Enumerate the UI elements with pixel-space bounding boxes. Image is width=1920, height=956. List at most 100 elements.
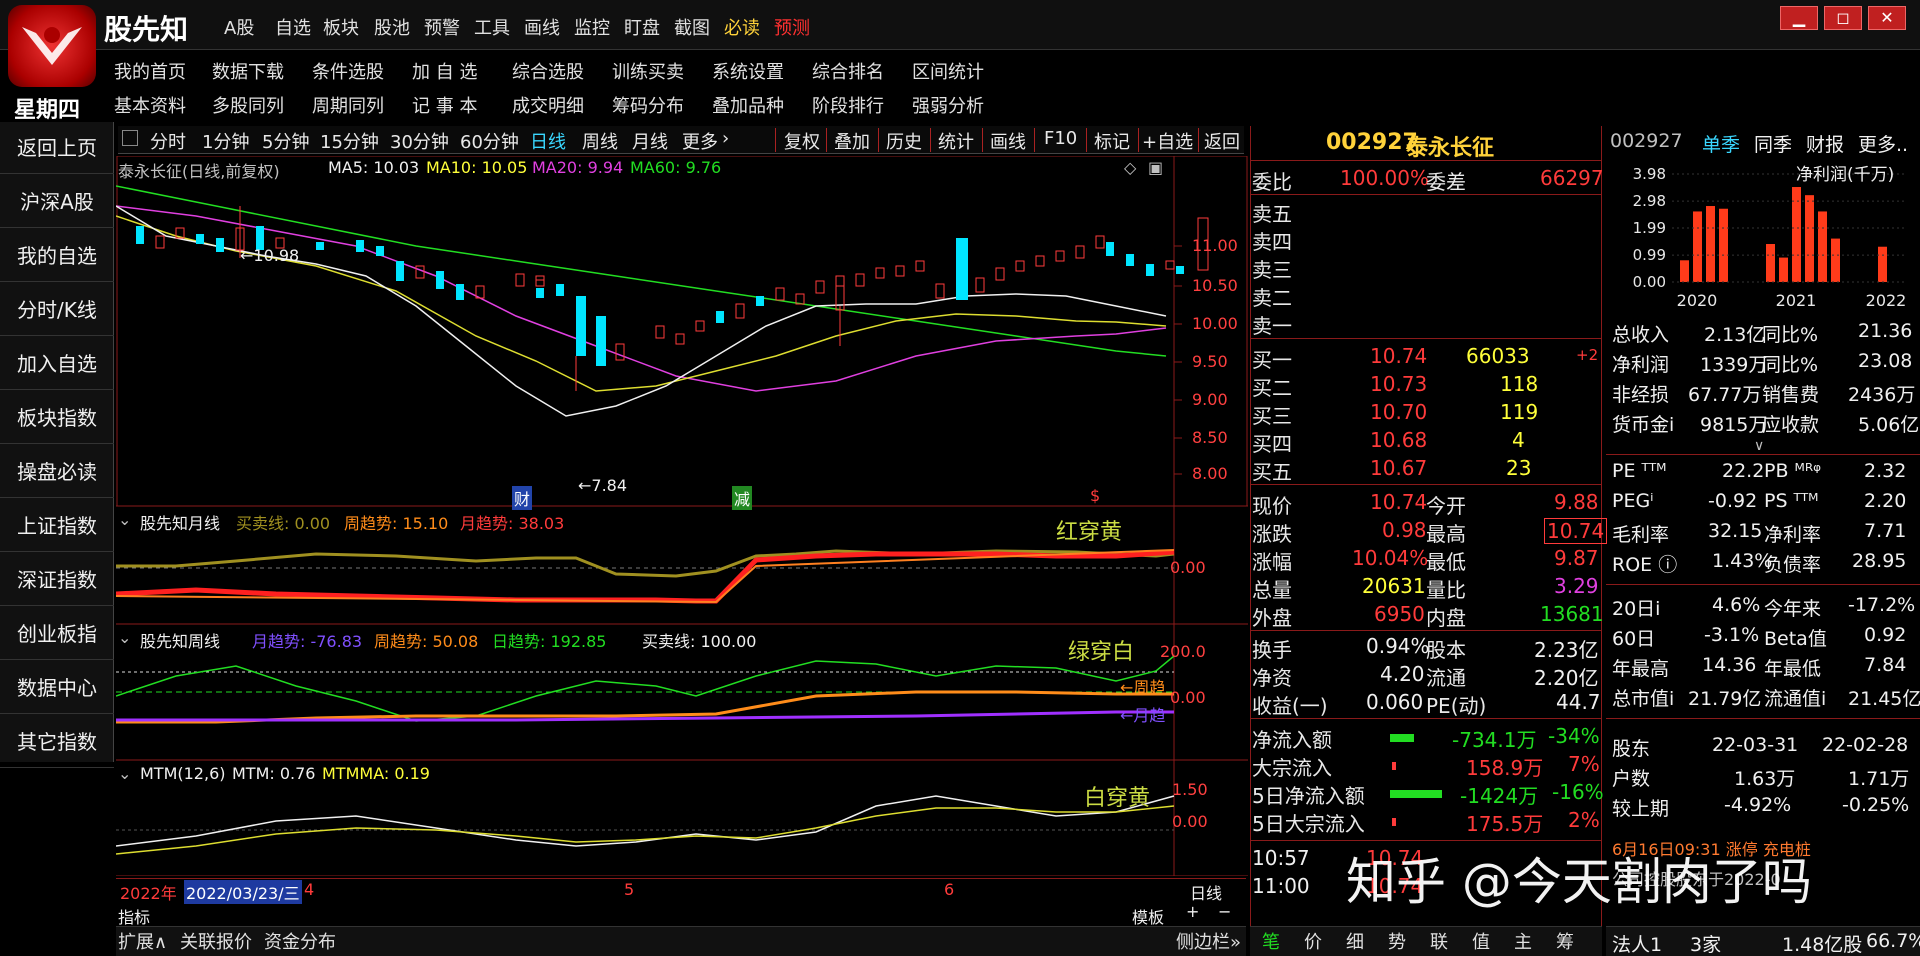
- action-stats[interactable]: 统计: [938, 128, 974, 154]
- panel-menu-icon[interactable]: ▣: [1148, 158, 1163, 177]
- zoom-out-button[interactable]: −: [1218, 902, 1231, 921]
- action-history[interactable]: 历史: [886, 128, 922, 154]
- tab-value[interactable]: 值: [1472, 928, 1490, 954]
- menu-monitor[interactable]: 监控: [574, 14, 610, 40]
- menu-forecast[interactable]: 预测: [774, 14, 810, 40]
- expand-down-icon[interactable]: ∨: [1754, 438, 1764, 454]
- period-30min[interactable]: 30分钟: [390, 128, 449, 154]
- period-intraday[interactable]: 分时: [150, 128, 186, 154]
- fin-tab-report[interactable]: 财报: [1806, 130, 1844, 157]
- tab-price[interactable]: 价: [1304, 928, 1322, 954]
- sidebar-item-watchlist[interactable]: 我的自选: [0, 230, 114, 282]
- sidebar-item-shenzhen[interactable]: 深证指数: [0, 554, 114, 606]
- submenu-settings[interactable]: 系统设置: [712, 58, 784, 84]
- sidebar-toggle-button[interactable]: 侧边栏»: [1176, 928, 1241, 954]
- submenu-ranking[interactable]: 综合排名: [812, 58, 884, 84]
- period-more[interactable]: 更多: [682, 128, 718, 154]
- period-60min[interactable]: 60分钟: [460, 128, 519, 154]
- submenu-multi-stock[interactable]: 多股同列: [212, 92, 284, 118]
- fin-row2-l2: 同比%: [1762, 354, 1819, 376]
- panel3-toggle-icon[interactable]: ⌄: [118, 628, 131, 647]
- fin-tab-more[interactable]: 更多..: [1858, 130, 1908, 157]
- tab-chips[interactable]: 筹: [1556, 928, 1574, 954]
- submenu-strength[interactable]: 强弱分析: [912, 92, 984, 118]
- marker-reduce[interactable]: 减: [732, 486, 753, 510]
- sidebar-item-kline[interactable]: 分时/K线: [0, 284, 114, 336]
- sidebar-item-must-read[interactable]: 操盘必读: [0, 446, 114, 498]
- diamond-icon[interactable]: ◇: [1124, 158, 1136, 177]
- sidebar-item-shanghai[interactable]: 上证指数: [0, 500, 114, 552]
- sidebar-item-data-center[interactable]: 数据中心: [0, 662, 114, 714]
- sidebar-item-sector-index[interactable]: 板块指数: [0, 392, 114, 444]
- action-overlay[interactable]: 叠加: [834, 128, 870, 154]
- tab-fund-distribution[interactable]: 资金分布: [264, 928, 336, 954]
- submenu-data-download[interactable]: 数据下载: [212, 58, 284, 84]
- period-1min[interactable]: 1分钟: [202, 128, 249, 154]
- menu-watch[interactable]: 盯盘: [624, 14, 660, 40]
- sidebar-item-a-shares[interactable]: 沪深A股: [0, 176, 114, 228]
- fin-row3-l1: 非经损: [1612, 384, 1670, 406]
- fin-holder-head: 股东: [1612, 738, 1651, 760]
- period-weekly[interactable]: 周线: [582, 128, 618, 154]
- buy2-price: 10.73: [1370, 372, 1428, 396]
- submenu-chip-distribution[interactable]: 筹码分布: [612, 92, 684, 118]
- period-15min[interactable]: 15分钟: [320, 128, 379, 154]
- submenu-notepad[interactable]: 记 事 本: [412, 92, 477, 118]
- menu-screenshot[interactable]: 截图: [674, 14, 710, 40]
- indicator-label[interactable]: 指标: [118, 904, 150, 928]
- sidebar-item-back[interactable]: 返回上页: [0, 122, 114, 174]
- action-f10[interactable]: F10: [1044, 128, 1077, 149]
- menu-alerts[interactable]: 预警: [424, 14, 460, 40]
- sidebar-item-other-index[interactable]: 其它指数: [0, 716, 114, 768]
- submenu-add-watch[interactable]: 加 自 选: [412, 58, 477, 84]
- action-adjust[interactable]: 复权: [784, 128, 820, 154]
- tab-related-quotes[interactable]: 关联报价: [180, 928, 252, 954]
- tab-trades[interactable]: 笔: [1262, 928, 1280, 954]
- menu-a-shares[interactable]: A股: [224, 14, 254, 40]
- menu-tools[interactable]: 工具: [474, 14, 510, 40]
- submenu-basic-info[interactable]: 基本资料: [114, 92, 186, 118]
- left-sidebar: 返回上页 沪深A股 我的自选 分时/K线 加入自选 板块指数 操盘必读 上证指数…: [0, 122, 114, 768]
- fin-tab-same-quarter[interactable]: 同季: [1754, 130, 1792, 157]
- submenu-stage-ranking[interactable]: 阶段排行: [812, 92, 884, 118]
- menu-draw-lines[interactable]: 画线: [524, 14, 560, 40]
- period-monthly[interactable]: 月线: [632, 128, 668, 154]
- tab-trend[interactable]: 势: [1388, 928, 1406, 954]
- tab-linked[interactable]: 联: [1430, 928, 1448, 954]
- tab-expand[interactable]: 扩展∧: [118, 928, 167, 954]
- menu-must-read[interactable]: 必读: [724, 14, 760, 40]
- submenu-condition-select[interactable]: 条件选股: [312, 58, 384, 84]
- menu-stock-pool[interactable]: 股池: [374, 14, 410, 40]
- action-back[interactable]: 返回: [1204, 128, 1240, 154]
- close-button[interactable]: ✕: [1868, 6, 1906, 30]
- sidebar-item-chinext[interactable]: 创业板指: [0, 608, 114, 660]
- submenu-training[interactable]: 训练买卖: [612, 58, 684, 84]
- zoom-in-button[interactable]: +: [1186, 902, 1199, 921]
- action-draw[interactable]: 画线: [990, 128, 1026, 154]
- marker-dollar[interactable]: $: [1090, 486, 1100, 505]
- action-add-watch[interactable]: +自选: [1142, 128, 1193, 154]
- menu-watchlist[interactable]: 自选: [275, 14, 311, 40]
- submenu-range-stats[interactable]: 区间统计: [912, 58, 984, 84]
- menu-sectors[interactable]: 板块: [323, 14, 359, 40]
- template-button[interactable]: 模板: [1132, 904, 1164, 928]
- panel2-toggle-icon[interactable]: ⌄: [118, 510, 131, 529]
- period-5min[interactable]: 5分钟: [262, 128, 309, 154]
- submenu-overlay[interactable]: 叠加品种: [712, 92, 784, 118]
- panel4-toggle-icon[interactable]: ⌄: [118, 764, 131, 783]
- period-daily[interactable]: 日线: [530, 128, 566, 154]
- sidebar-item-add-watch[interactable]: 加入自选: [0, 338, 114, 390]
- maximize-button[interactable]: ◻: [1824, 6, 1862, 30]
- marker-finance[interactable]: 财: [512, 486, 533, 510]
- minimize-button[interactable]: ▁: [1780, 6, 1818, 30]
- chevron-right-icon[interactable]: ›: [722, 128, 729, 149]
- tab-main[interactable]: 主: [1514, 928, 1532, 954]
- submenu-multi-period[interactable]: 周期同列: [312, 92, 384, 118]
- tab-detail[interactable]: 细: [1346, 928, 1364, 954]
- fin-tab-quarter[interactable]: 单季: [1702, 130, 1740, 157]
- action-mark[interactable]: 标记: [1094, 128, 1130, 154]
- submenu-home[interactable]: 我的首页: [114, 58, 186, 84]
- toolbar-toggle-icon[interactable]: [122, 130, 138, 146]
- submenu-combined-select[interactable]: 综合选股: [512, 58, 584, 84]
- submenu-trade-details[interactable]: 成交明细: [512, 92, 584, 118]
